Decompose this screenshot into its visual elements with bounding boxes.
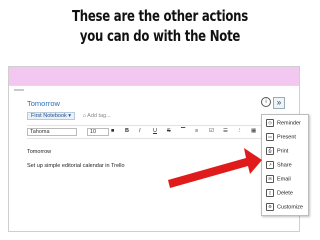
arrow-shape xyxy=(168,148,262,188)
pointer-arrow xyxy=(168,148,262,188)
